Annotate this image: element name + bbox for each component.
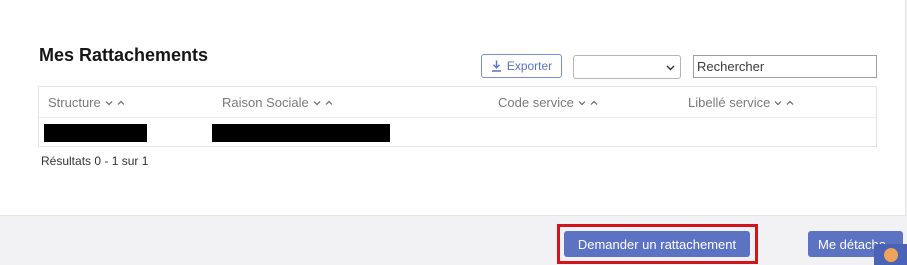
chevron-down-icon — [666, 65, 675, 71]
column-header-raison-sociale[interactable]: Raison Sociale — [222, 95, 333, 110]
search-input[interactable] — [693, 55, 877, 78]
page-title: Mes Rattachements — [39, 45, 209, 65]
redacted-structure-cell — [44, 124, 147, 142]
rattachements-table: Structure Raison Sociale Code service Li… — [38, 86, 877, 147]
chevron-down-icon[interactable] — [774, 100, 782, 106]
column-header-label: Raison Sociale — [222, 95, 309, 110]
column-header-libelle-service[interactable]: Libellé service — [688, 95, 794, 110]
column-header-label: Structure — [48, 95, 101, 110]
column-header-code-service[interactable]: Code service — [498, 95, 598, 110]
chevron-down-icon[interactable] — [313, 100, 321, 106]
column-header-label: Libellé service — [688, 95, 771, 110]
chat-icon — [884, 248, 898, 262]
filter-select[interactable] — [573, 55, 681, 79]
redacted-raison-sociale-cell — [212, 124, 390, 142]
highlight-box — [557, 224, 758, 264]
row-divider — [39, 117, 876, 118]
chat-widget-button[interactable] — [874, 244, 907, 265]
export-button[interactable]: Exporter — [481, 54, 562, 78]
chevron-down-icon[interactable] — [105, 100, 113, 106]
chevron-up-icon[interactable] — [117, 100, 125, 106]
column-header-label: Code service — [498, 95, 574, 110]
export-button-label: Exporter — [506, 59, 553, 73]
column-header-structure[interactable]: Structure — [48, 95, 125, 110]
chevron-up-icon[interactable] — [325, 100, 333, 106]
chevron-up-icon[interactable] — [590, 100, 598, 106]
results-count: Résultats 0 - 1 sur 1 — [41, 154, 149, 168]
download-icon — [491, 60, 501, 72]
chevron-down-icon[interactable] — [578, 100, 586, 106]
rattachements-panel: Mes Rattachements Exporter Structure Rai… — [0, 0, 906, 216]
chevron-up-icon[interactable] — [786, 100, 794, 106]
